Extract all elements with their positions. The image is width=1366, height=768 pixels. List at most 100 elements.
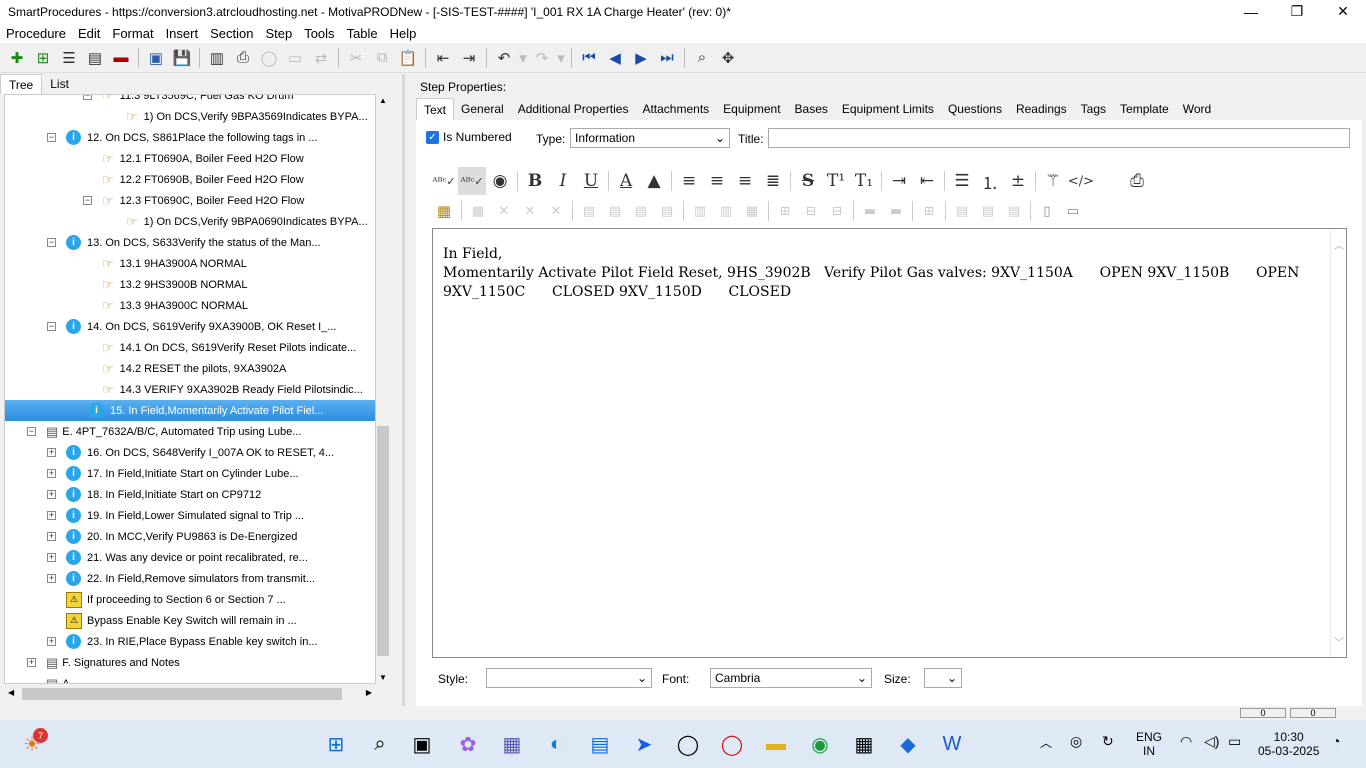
tab-tags[interactable]: Tags	[1074, 98, 1113, 120]
tree-node[interactable]: + i 20. In MCC,Verify PU9863 is De-Energiz…	[5, 526, 375, 547]
tree-node[interactable]: ☞ 13.2 9HS3900B NORMAL	[5, 274, 375, 295]
is-numbered-checkbox[interactable]: ✓ Is Numbered	[426, 130, 512, 144]
scroll-up-icon[interactable]: ︿	[1334, 237, 1344, 252]
tree-node[interactable]: − ☞ 11.3 9LT3569C, Fuel Gas KO Drum	[5, 95, 375, 106]
scroll-up-icon[interactable]: ▲	[379, 96, 387, 105]
table-tool-icon[interactable]: ⊞	[916, 197, 942, 225]
table-tool-icon[interactable]: ▤	[628, 197, 654, 225]
outdent-icon[interactable]: ⇤	[430, 45, 456, 71]
size-select[interactable]: ⌄	[924, 668, 962, 688]
save-all-icon[interactable]: ▣	[143, 45, 169, 71]
tree-node[interactable]: + i 23. In RIE,Place Bypass Enable key swi…	[5, 631, 375, 652]
table-tool-icon[interactable]: ▤	[1001, 197, 1027, 225]
bullet-list-icon[interactable]: ☰	[948, 167, 976, 195]
table-tool-icon[interactable]: ▤	[975, 197, 1001, 225]
table-tool-icon[interactable]: ✕	[543, 197, 569, 225]
tree-node[interactable]: + ▤ F. Signatures and Notes	[5, 652, 375, 673]
clock[interactable]: 10:30 05-03-2025	[1258, 730, 1319, 758]
tree-node[interactable]: ☞ 14.2 RESET the pilots, 9XA3902A	[5, 358, 375, 379]
tree-node[interactable]: ☞ 13.3 9HA3900C NORMAL	[5, 295, 375, 316]
menu-section[interactable]: Section	[204, 26, 259, 41]
tree-node[interactable]: + i 16. On DCS, S648Verify I_007A OK to RE…	[5, 442, 375, 463]
justify-icon[interactable]: ≣	[759, 167, 787, 195]
table-tool-icon[interactable]: ▬	[857, 197, 883, 225]
align-center-icon[interactable]: ≡	[703, 167, 731, 195]
search-icon[interactable]: ⌕	[364, 728, 396, 760]
tree-node[interactable]: ☞ 13.1 9HA3900A NORMAL	[5, 253, 375, 274]
battery-icon[interactable]: ▭	[1228, 734, 1241, 748]
export-icon[interactable]: ▥	[204, 45, 230, 71]
copilot-icon[interactable]: ✿	[452, 728, 484, 760]
editor-content[interactable]: In Field, Momentarily Activate Pilot Fie…	[443, 245, 1316, 302]
tree-node[interactable]: + i 22. In Field,Remove simulators from tr…	[5, 568, 375, 589]
shuffle-icon[interactable]: ⇄	[308, 45, 334, 71]
table-tool-icon[interactable]: ▥	[687, 197, 713, 225]
expand-icon[interactable]: +	[47, 490, 56, 499]
sync-icon[interactable]: ↻	[1102, 734, 1114, 748]
underline-icon[interactable]: U	[577, 167, 605, 195]
opera-icon[interactable]: ◯	[716, 728, 748, 760]
column-icon[interactable]: ▯	[1034, 197, 1060, 225]
expand-icon[interactable]: +	[47, 469, 56, 478]
widgets-icon[interactable]: ☀ 7	[16, 728, 48, 760]
save-icon[interactable]: 💾	[169, 45, 195, 71]
menu-procedure[interactable]: Procedure	[0, 26, 72, 41]
menu-tools[interactable]: Tools	[298, 26, 340, 41]
tab-word[interactable]: Word	[1176, 98, 1218, 120]
volume-icon[interactable]: ◁)	[1204, 734, 1219, 748]
notification-icon[interactable]: ◔	[1332, 734, 1340, 748]
tab-list[interactable]: List	[42, 74, 77, 94]
tree-node-selected[interactable]: i 15. In Field,Momentarily Activate Pilot…	[5, 400, 375, 421]
start-icon[interactable]: ⊞	[320, 728, 352, 760]
collapse-icon[interactable]: −	[47, 322, 56, 331]
italic-icon[interactable]: I	[549, 167, 577, 195]
collapse-icon[interactable]: −	[47, 133, 56, 142]
smartprocedures-icon[interactable]: ◆	[892, 728, 924, 760]
table-tool-icon[interactable]: ⊟	[798, 197, 824, 225]
table-tool-icon[interactable]: ✕	[517, 197, 543, 225]
tab-readings[interactable]: Readings	[1009, 98, 1074, 120]
menu-step[interactable]: Step	[259, 26, 298, 41]
tree-node[interactable]: ☞ 12.1 FT0690A, Boiler Feed H2O Flow	[5, 148, 375, 169]
add-child-icon[interactable]: ⊞	[30, 45, 56, 71]
remove-icon[interactable]: ▬	[108, 45, 134, 71]
tab-text[interactable]: Text	[416, 98, 455, 120]
scroll-thumb[interactable]	[377, 426, 389, 656]
procedure-tree[interactable]: − ☞ 11.3 9LT3569C, Fuel Gas KO Drum ☞ 1) On …	[4, 94, 376, 684]
table-tool-icon[interactable]: ▤	[654, 197, 680, 225]
chrome-icon[interactable]: ◉	[804, 728, 836, 760]
tab-attachments[interactable]: Attachments	[635, 98, 716, 120]
task-view-icon[interactable]: ▣	[406, 728, 438, 760]
splitter[interactable]	[402, 74, 405, 706]
spellcheck-auto-icon[interactable]: ᴬᴮᶜ✓	[458, 167, 486, 195]
expand-icon[interactable]: +	[47, 637, 56, 646]
maximize-button[interactable]: ❐	[1274, 0, 1320, 23]
menu-edit[interactable]: Edit	[72, 26, 106, 41]
superscript-icon[interactable]: T¹	[822, 167, 850, 195]
tree-node[interactable]: ☞ 12.2 FT0690B, Boiler Feed H2O Flow	[5, 169, 375, 190]
tree-node[interactable]: ☞ 14.3 VERIFY 9XA3902B Ready Field Pilots…	[5, 379, 375, 400]
dell-icon[interactable]: ◯	[672, 728, 704, 760]
tree-node[interactable]: + i 19. In Field,Lower Simulated signal to…	[5, 505, 375, 526]
decrease-indent-icon[interactable]: ⇤	[913, 167, 941, 195]
tab-tree[interactable]: Tree	[0, 74, 43, 94]
increase-indent-icon[interactable]: ⇥	[885, 167, 913, 195]
cut-icon[interactable]: ✂	[343, 45, 369, 71]
menu-format[interactable]: Format	[106, 26, 159, 41]
horizontal-line-icon[interactable]: ±	[1004, 167, 1032, 195]
tree-node[interactable]: + i 18. In Field,Initiate Start on CP9712	[5, 484, 375, 505]
font-select[interactable]: Cambria ⌄	[710, 668, 872, 688]
store-icon[interactable]: ▤	[584, 728, 616, 760]
list-icon[interactable]: ▤	[82, 45, 108, 71]
previous-icon[interactable]: ◀	[602, 45, 628, 71]
table-tool-icon[interactable]: ✕	[491, 197, 517, 225]
menu-help[interactable]: Help	[384, 26, 423, 41]
tree-node[interactable]: + i 17. In Field,Initiate Start on Cylinde…	[5, 463, 375, 484]
tree-node[interactable]: ▤ A	[5, 673, 375, 684]
strikethrough-icon[interactable]: S	[794, 167, 822, 195]
step-text-editor[interactable]: In Field, Momentarily Activate Pilot Fie…	[432, 228, 1347, 658]
move-icon[interactable]: ✥	[715, 45, 741, 71]
table-tool-icon[interactable]: ⊟	[824, 197, 850, 225]
tree-horizontal-scrollbar[interactable]: ◀ ▶	[4, 686, 376, 702]
tree-node[interactable]: ⚠ Bypass Enable Key Switch will remain in…	[5, 610, 375, 631]
